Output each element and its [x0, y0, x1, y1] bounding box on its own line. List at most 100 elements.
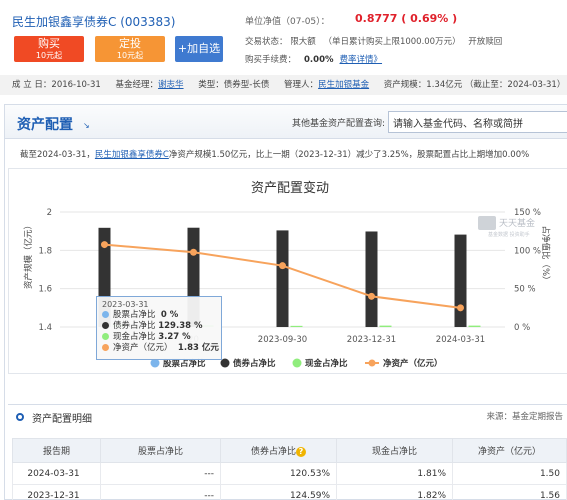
y-tick-left: 1.8	[38, 246, 52, 256]
trade-status-redeem: 开放赎回	[468, 37, 503, 47]
tooltip-date: 2023-03-31	[102, 300, 149, 309]
y-tick-left: 1.6	[38, 285, 52, 295]
x-tick: 2023-09-30	[258, 335, 307, 345]
add-watchlist-button[interactable]: +加自选	[175, 36, 223, 62]
tooltip-row-cash: 现金占净比 3.27 %	[102, 332, 216, 343]
tooltip-value: 3.27 %	[158, 332, 191, 342]
cash-bar	[290, 325, 303, 327]
cell-date: 2024-03-31	[12, 462, 101, 485]
help-icon[interactable]: ?	[296, 446, 306, 457]
fund-code: (003383)	[120, 15, 176, 29]
type-label: 类型：	[198, 80, 224, 90]
summary-text: 净资产规模1.50亿元，比上一期（2023-12-31）减少了3.25%，股票配…	[168, 150, 530, 160]
nav-value-group: 0.8777 ( 0.69% )	[355, 12, 457, 25]
tooltip-value: 0 %	[160, 310, 179, 320]
tooltip-label: 股票占净比	[113, 310, 156, 320]
fee-value: 0.00%	[304, 55, 334, 65]
manager-link[interactable]: 谢志华	[158, 80, 184, 90]
legend-dot-icon	[292, 358, 302, 368]
fund-search-input[interactable]	[388, 111, 567, 133]
cash-bar	[379, 325, 392, 327]
invest-label: 定投	[119, 37, 141, 50]
watermark-sub: 基金数据 投资助手	[488, 231, 530, 238]
chart-title: 资产配置变动	[251, 180, 329, 196]
invest-sub: 10元起	[116, 51, 144, 60]
corner-arrow-icon: ↘	[83, 121, 90, 130]
allocation-table: 报告期 股票占净比 债券占净比? 现金占净比 净资产（亿元） 2024-03-3…	[12, 438, 567, 500]
company-label: 管理人：	[284, 80, 319, 90]
panel-header: 资产配置 ↘ 其他基金资产配置查询:	[5, 105, 567, 139]
cell-stock: ---	[100, 462, 221, 485]
trade-status-detail: （单日累计购买上限1000.00万元）	[323, 37, 461, 47]
cell-date: 2023-12-31	[12, 484, 101, 500]
dot-icon	[102, 311, 109, 318]
tooltip-label: 净资产（亿元）	[113, 343, 173, 353]
cash-bar	[468, 325, 481, 327]
fund-size: 1.34亿元 （截止至：2024-03-31）	[426, 80, 566, 90]
fee-label: 购买手续费：	[245, 55, 297, 65]
tooltip-label: 现金占净比	[113, 332, 156, 342]
bond-bar	[365, 231, 378, 327]
cell-net: 1.56	[452, 484, 567, 500]
fund-name[interactable]: 民生加银鑫享债券C	[12, 15, 116, 29]
buy-button[interactable]: 购买 10元起	[14, 36, 84, 62]
auto-invest-button[interactable]: 定投 10元起	[95, 36, 165, 62]
dot-icon	[102, 322, 109, 329]
panel-title: 资产配置	[17, 117, 73, 133]
detail-source: 来源：基金定期报告	[486, 412, 563, 422]
tooltip-label: 债券占净比	[113, 321, 156, 331]
col-report-date: 报告期	[12, 438, 101, 463]
company-link[interactable]: 民生加银基金	[318, 80, 369, 90]
chart-tooltip: 2023-03-31 股票占净比 0 % 债券占净比 129.38 % 现金占净…	[96, 296, 222, 360]
nav-label: 单位净值（07-05）：	[245, 17, 330, 27]
net-asset-point	[101, 241, 108, 249]
nav-change: ( 0.69% )	[401, 12, 458, 25]
y-tick-right: 100 %	[514, 246, 541, 256]
dot-icon	[102, 344, 109, 351]
y-tick-right: 0 %	[514, 323, 530, 333]
detail-title: 资产配置明细	[32, 414, 92, 425]
cell-bond: 120.53%	[220, 462, 337, 485]
other-fund-label: 其他基金资产配置查询:	[292, 119, 386, 129]
col-bond: 债券占净比?	[220, 438, 337, 463]
page-root: 民生加银鑫享债券C (003383) 购买 10元起 定投 10元起 +加自选 …	[0, 0, 567, 500]
y-tick-left: 2	[47, 208, 52, 218]
summary-prefix: 截至2024-03-31，	[20, 150, 95, 160]
fee-row: 购买手续费： 0.00% 费率详情》	[245, 53, 382, 65]
tooltip-value: 1.83 亿元	[177, 343, 219, 353]
bond-bar	[276, 230, 289, 327]
net-asset-point	[368, 292, 375, 300]
net-asset-point	[279, 262, 286, 270]
allocation-chart: 资产配置变动 1.41.61.820 %50 %100 %150 %202023…	[23, 180, 551, 369]
watermark-logo-icon	[478, 216, 496, 230]
cell-bond: 124.59%	[220, 484, 337, 500]
tooltip-row-bond: 债券占净比 129.38 %	[102, 321, 216, 332]
watermark-text: 天天基金	[499, 217, 535, 229]
x-tick: 2023-12-31	[347, 335, 396, 345]
detail-header: 资产配置明细 来源：基金定期报告	[8, 404, 567, 428]
trade-status: 交易状态： 限大额 （单日累计购买上限1000.00万元） 开放赎回	[245, 35, 507, 47]
summary-fund-link[interactable]: 民生加银鑫享债券C	[95, 150, 169, 160]
trade-status-label: 交易状态：	[245, 37, 288, 47]
buy-label: 购买	[38, 37, 60, 50]
size-label: 资产规模：	[383, 80, 427, 90]
setup-date: 2016-10-31	[51, 80, 101, 90]
nav-value: 0.8777	[355, 12, 398, 25]
fee-detail-link[interactable]: 费率详情》	[340, 55, 383, 65]
watermark: 天天基金 基金数据 投资助手	[478, 216, 535, 238]
table-row: 2024-03-31 --- 120.53% 1.81% 1.50	[12, 462, 567, 485]
tooltip-row-net: 净资产（亿元） 1.83 亿元	[102, 343, 219, 354]
dot-icon	[102, 333, 109, 340]
cell-stock: ---	[100, 484, 221, 500]
fund-type: 债券型-长债	[223, 80, 270, 90]
buy-sub: 10元起	[35, 51, 63, 60]
table-row: 2023-12-31 --- 124.59% 1.82% 1.56	[12, 484, 567, 500]
fund-title[interactable]: 民生加银鑫享债券C (003383)	[12, 13, 175, 30]
manager-label: 基金经理：	[115, 80, 159, 90]
y-tick-right: 150 %	[514, 208, 541, 218]
legend-label: 净资产（亿元）	[383, 358, 443, 369]
col-net-assets: 净资产（亿元）	[452, 438, 567, 463]
setup-label: 成 立 日：	[12, 80, 52, 90]
legend-dot-icon	[368, 359, 376, 367]
col-cash: 现金占净比	[336, 438, 453, 463]
